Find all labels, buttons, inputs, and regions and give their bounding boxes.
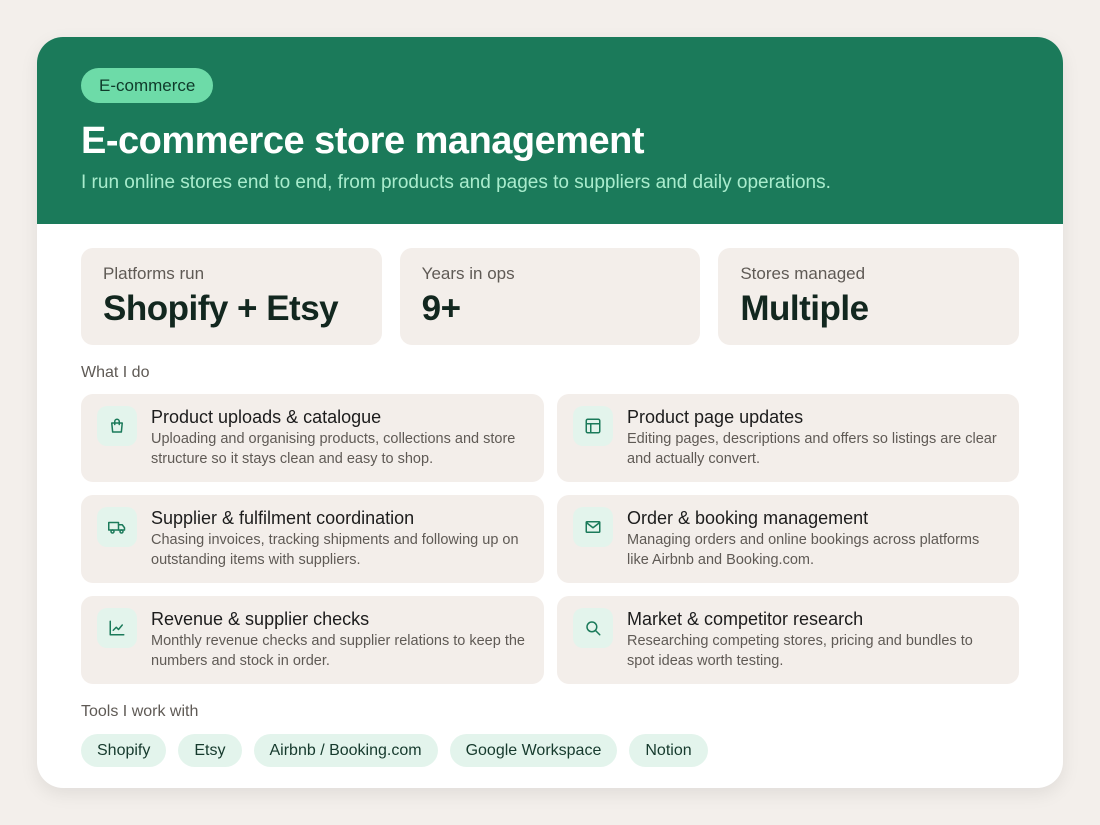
stats-row: Platforms run Shopify + Etsy Years in op…: [81, 248, 1020, 345]
page-title: E-commerce store management: [81, 120, 645, 162]
tool-chip-airbnb-booking: Airbnb / Booking.com: [253, 734, 438, 767]
stat-stores: Stores managed Multiple: [718, 248, 1020, 345]
feature-title: Revenue & supplier checks: [151, 609, 370, 629]
stat-label: Platforms run: [103, 264, 205, 283]
feature-description: Editing pages, descriptions and offers s…: [627, 431, 997, 467]
stat-label: Years in ops: [421, 264, 515, 283]
feature-description: Managing orders and online bookings acro…: [627, 532, 980, 568]
shopping-bag-icon: [97, 406, 137, 446]
layout-icon: [573, 406, 613, 446]
feature-description: Monthly revenue checks and supplier rela…: [151, 633, 525, 669]
feature-title: Product page updates: [627, 407, 804, 427]
category-tag: E-commerce: [81, 68, 214, 103]
feature-description: Chasing invoices, tracking shipments and…: [151, 532, 519, 568]
line-chart-icon: [97, 608, 137, 648]
stat-value: Shopify + Etsy: [103, 289, 339, 328]
card-body: Platforms run Shopify + Etsy Years in op…: [37, 224, 1063, 767]
stat-years: Years in ops 9+: [399, 248, 701, 345]
truck-icon: [97, 507, 137, 547]
feature-description: Uploading and organising products, colle…: [151, 431, 516, 467]
feature-market-research: Market & competitor research Researching…: [557, 596, 1019, 684]
feature-revenue-checks: Revenue & supplier checks Monthly revenu…: [81, 596, 544, 684]
tool-chip-etsy: Etsy: [178, 734, 242, 767]
stat-platforms: Platforms run Shopify + Etsy: [81, 248, 382, 345]
feature-title: Supplier & fulfilment coordination: [151, 508, 415, 528]
tools-list: Shopify Etsy Airbnb / Booking.com Google…: [81, 734, 1019, 767]
feature-product-uploads: Product uploads & catalogue Uploading an…: [81, 394, 544, 482]
feature-title: Market & competitor research: [627, 609, 864, 629]
feature-title: Product uploads & catalogue: [151, 407, 382, 427]
page-subtitle: I run online stores end to end, from pro…: [81, 172, 831, 193]
tool-chip-google-workspace: Google Workspace: [449, 734, 618, 767]
features-heading: What I do: [81, 364, 150, 381]
tool-chip-shopify: Shopify: [81, 734, 167, 767]
mail-icon: [573, 507, 613, 547]
stat-value: 9+: [421, 289, 461, 328]
tool-chip-notion: Notion: [629, 734, 708, 767]
feature-order-management: Order & booking management Managing orde…: [557, 495, 1019, 583]
feature-title: Order & booking management: [627, 508, 869, 528]
features-grid: Product uploads & catalogue Uploading an…: [81, 394, 1019, 684]
feature-description: Researching competing stores, pricing an…: [627, 633, 973, 669]
search-icon: [573, 608, 613, 648]
stat-label: Stores managed: [740, 264, 866, 283]
header-banner: E-commerce E-commerce store management I…: [37, 37, 1063, 224]
tools-heading: Tools I work with: [81, 703, 199, 720]
stat-value: Multiple: [740, 289, 869, 328]
feature-page-updates: Product page updates Editing pages, desc…: [557, 394, 1019, 482]
profile-card: E-commerce E-commerce store management I…: [37, 37, 1063, 788]
feature-supplier-coordination: Supplier & fulfilment coordination Chasi…: [81, 495, 544, 583]
